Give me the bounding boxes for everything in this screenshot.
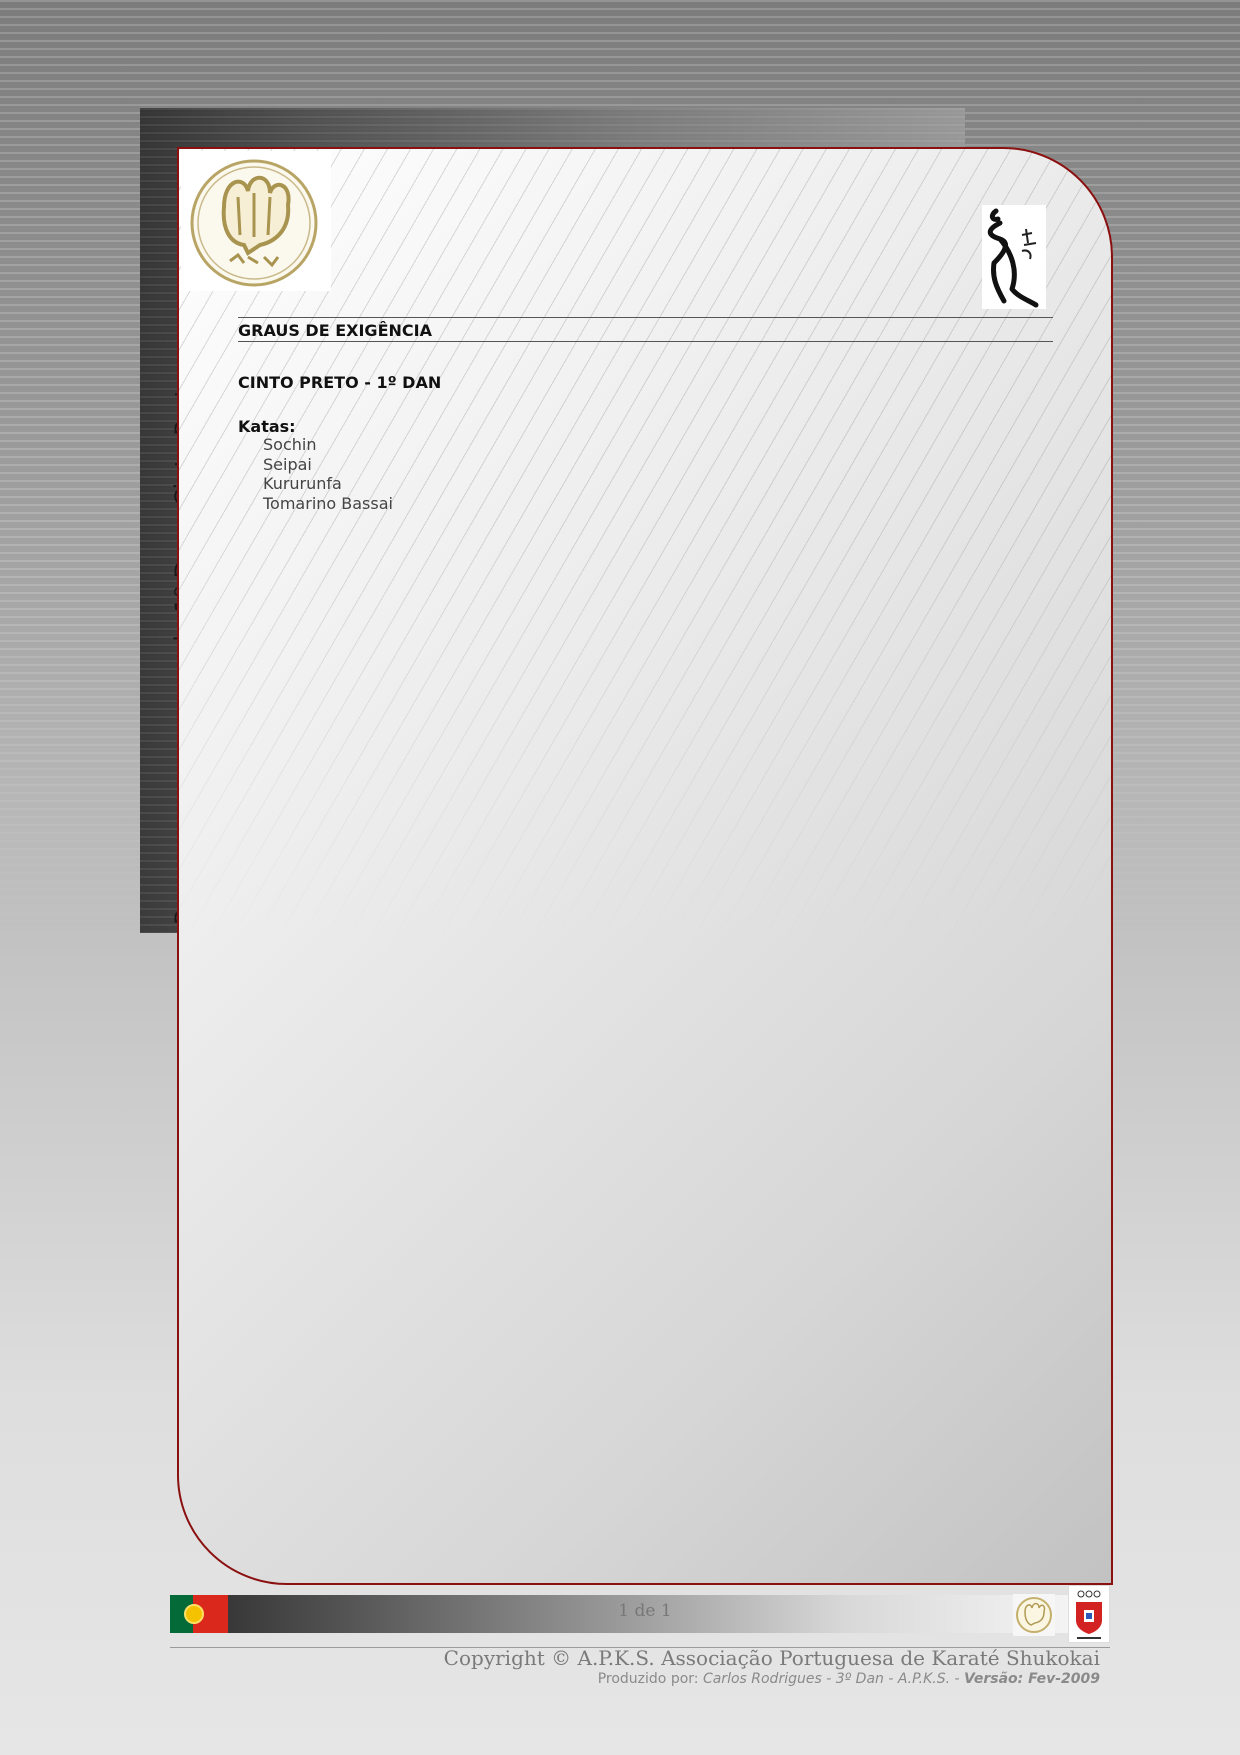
shukokai-fist-logo [190, 159, 318, 287]
produced-author: Carlos Rodrigues - 3º Dan - A.P.K.S. - [702, 1671, 960, 1687]
shukokai-small-icon [1016, 1597, 1052, 1633]
calligraphy-figure [982, 205, 1046, 309]
copyright-text: Copyright © A.P.K.S. Associação Portugue… [443, 1646, 1100, 1670]
portugal-olympic-emblem [1068, 1585, 1110, 1643]
katas-label: Katas: [238, 417, 296, 436]
produced-by-line: Produzido por: Carlos Rodrigues - 3º Dan… [598, 1671, 1100, 1687]
kata-list: Sochin Seipai Kururunfa Tomarino Bassai [263, 435, 393, 513]
shukokai-logo [181, 151, 331, 291]
grade-title: CINTO PRETO - 1º DAN [238, 373, 442, 392]
olympic-emblem-icon [1076, 1590, 1102, 1639]
heading-rule-bottom [238, 341, 1053, 342]
list-item: Seipai [263, 454, 312, 474]
produced-label: Produzido por: [597, 1671, 699, 1687]
page-number: 1 de 1 [618, 1601, 672, 1621]
document-page: GRAUS DE EXIGÊNCIA CINTO PRETO - 1º DAN … [177, 147, 1113, 1585]
list-item: Sochin [263, 435, 317, 454]
flag-emblem-icon [184, 1604, 204, 1624]
list-item: Tomarino Bassai [263, 493, 393, 513]
version-text: Versão: Fev-2009 [964, 1671, 1100, 1687]
shukokai-small-logo [1013, 1594, 1055, 1636]
heading-rule-top [238, 317, 1053, 318]
list-item: Kururunfa [263, 474, 342, 493]
calligraphy-figure-icon [987, 208, 1039, 308]
section-title: GRAUS DE EXIGÊNCIA [238, 321, 432, 340]
